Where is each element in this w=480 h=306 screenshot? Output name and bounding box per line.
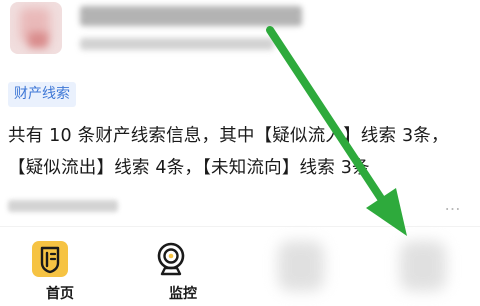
company-logo xyxy=(10,2,62,54)
home-shield-icon xyxy=(32,241,68,277)
company-header[interactable] xyxy=(0,0,480,70)
category-tag: 财产线索 xyxy=(8,82,76,107)
company-subtitle-blurred xyxy=(80,38,274,50)
nav-item-blurred-4[interactable] xyxy=(360,227,480,306)
more-options-icon[interactable]: … xyxy=(440,196,466,214)
nav-item-blurred-3[interactable] xyxy=(240,227,360,306)
clue-summary-text: 共有 10 条财产线索信息，其中【疑似流入】线索 3条，【疑似流出】线索 4条，… xyxy=(8,126,449,178)
camera-icon xyxy=(153,241,189,277)
nav-label-monitor: 监控 xyxy=(169,286,197,302)
bottom-nav: 首页 监控 xyxy=(0,227,480,306)
blurred-icon xyxy=(400,241,446,291)
nav-item-monitor[interactable]: 监控 xyxy=(123,227,243,306)
blurred-icon xyxy=(278,241,324,291)
nav-item-home[interactable]: 首页 xyxy=(0,227,120,306)
nav-label-home: 首页 xyxy=(46,286,74,302)
company-name-blurred xyxy=(80,6,302,26)
timestamp-blurred xyxy=(8,200,118,212)
